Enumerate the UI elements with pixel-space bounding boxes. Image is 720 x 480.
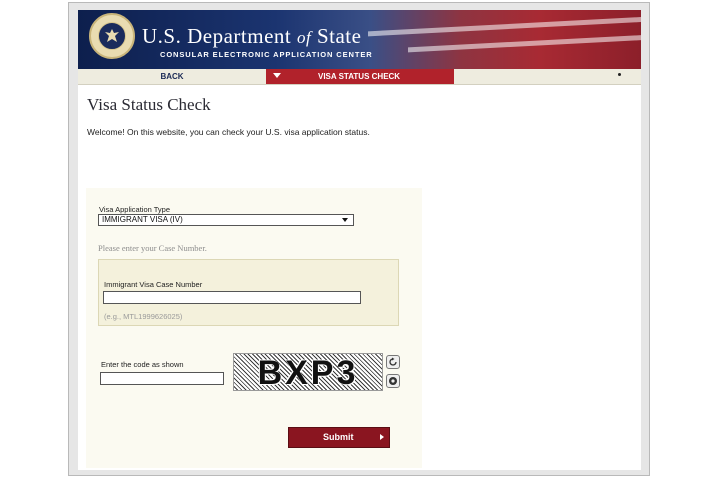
captcha-code-label: Enter the code as shown <box>101 360 184 369</box>
case-number-box: Immigrant Visa Case Number (e.g., MTL199… <box>98 259 399 326</box>
case-number-label: Immigrant Visa Case Number <box>104 280 203 289</box>
visa-type-value: IMMIGRANT VISA (IV) <box>102 215 183 224</box>
visa-type-label: Visa Application Type <box>99 205 171 214</box>
visa-type-select[interactable]: IMMIGRANT VISA (IV) <box>98 214 354 226</box>
case-number-example: (e.g., MTL1999626025) <box>104 312 183 321</box>
tab-visa-status-check[interactable]: VISA STATUS CHECK <box>266 69 454 84</box>
dept-state-seal-icon <box>89 13 135 59</box>
welcome-text: Welcome! On this website, you can check … <box>87 127 370 137</box>
audio-captcha-button[interactable] <box>386 374 400 388</box>
back-button[interactable]: BACK <box>78 69 266 84</box>
captcha-code-input[interactable] <box>100 372 224 385</box>
flag-stripe <box>368 16 641 37</box>
arrow-right-icon <box>380 434 384 440</box>
captcha-image: BXP3 <box>233 353 383 391</box>
title-of: of <box>296 28 312 47</box>
submit-button[interactable]: Submit <box>288 427 390 448</box>
header-banner: U.S. Department of State CONSULAR ELECTR… <box>78 10 641 69</box>
department-title: U.S. Department of State <box>142 24 361 49</box>
submit-label: Submit <box>323 432 354 442</box>
title-part1: U.S. Department <box>142 24 292 48</box>
nav-bar: BACK VISA STATUS CHECK <box>78 69 641 85</box>
department-subtitle: CONSULAR ELECTRONIC APPLICATION CENTER <box>160 50 373 59</box>
status-form-panel: Visa Application Type IMMIGRANT VISA (IV… <box>86 188 422 468</box>
case-prompt: Please enter your Case Number. <box>98 243 207 253</box>
title-part2: State <box>316 24 362 48</box>
eagle-icon <box>105 29 119 42</box>
caret-down-icon <box>273 73 281 78</box>
speaker-icon <box>389 377 397 385</box>
captcha-text: BXP3 <box>257 354 359 391</box>
refresh-captcha-button[interactable] <box>386 355 400 369</box>
dropdown-arrow-icon <box>342 218 348 222</box>
case-number-input[interactable] <box>103 291 361 304</box>
tab-label: VISA STATUS CHECK <box>318 72 401 81</box>
page-content: U.S. Department of State CONSULAR ELECTR… <box>78 10 641 470</box>
refresh-icon <box>389 357 397 366</box>
page-title: Visa Status Check <box>87 95 211 114</box>
flag-stripe <box>408 32 641 53</box>
nav-dot-icon <box>618 73 621 76</box>
